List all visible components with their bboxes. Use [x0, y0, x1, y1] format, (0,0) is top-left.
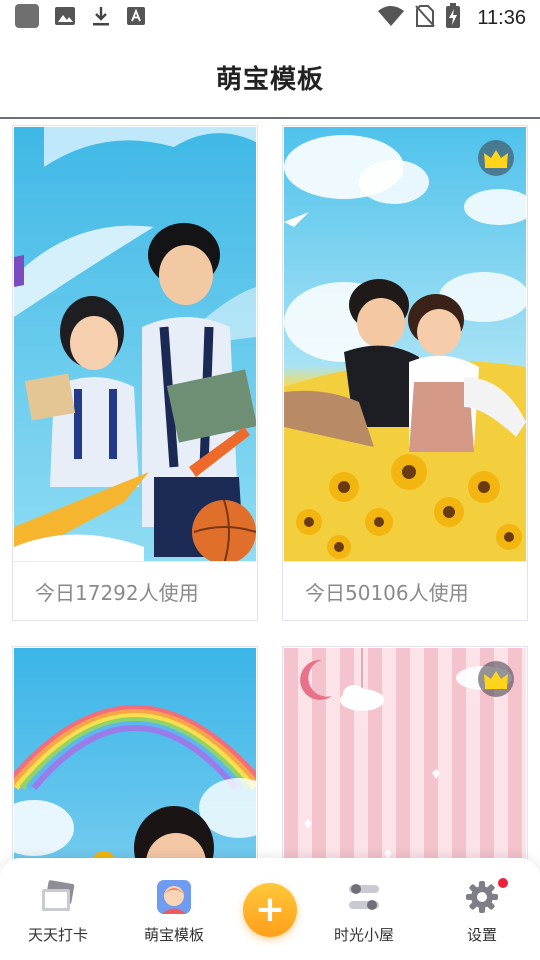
template-usage-caption: 今日50106人使用	[283, 561, 527, 621]
template-grid[interactable]: 今日17292人使用 今日50106人使用	[0, 119, 540, 960]
crown-icon	[478, 140, 514, 176]
template-usage-caption: 今日17292人使用	[13, 561, 257, 621]
template-card[interactable]: 今日17292人使用	[12, 125, 258, 621]
image-icon	[54, 5, 76, 31]
page-header: 萌宝模板	[0, 36, 540, 118]
template-thumbnail[interactable]	[14, 127, 256, 561]
nav-item-baby-templates[interactable]: 萌宝模板	[124, 878, 224, 945]
font-a-icon	[126, 6, 146, 30]
sliders-icon	[345, 878, 383, 916]
download-icon	[90, 5, 112, 31]
status-bar: 11:36	[0, 0, 540, 36]
gear-icon	[463, 878, 501, 916]
no-sim-icon	[415, 4, 436, 32]
crown-icon	[478, 661, 514, 697]
page-title: 萌宝模板	[215, 64, 324, 95]
nav-label: 时光小屋	[333, 926, 394, 944]
nav-label: 萌宝模板	[143, 926, 204, 944]
template-card[interactable]: 今日50106人使用	[282, 125, 528, 621]
wifi-icon	[377, 5, 405, 31]
nav-label: 设置	[466, 926, 497, 944]
nav-item-time-house[interactable]: 时光小屋	[314, 878, 414, 945]
battery-charging-icon	[445, 3, 461, 33]
template-thumbnail[interactable]	[284, 127, 526, 561]
nav-item-settings[interactable]: 设置	[432, 878, 532, 945]
bottom-navigation: 天天打卡 萌宝模板 + 时光小屋 设置	[0, 858, 540, 960]
add-button[interactable]: +	[243, 883, 297, 937]
app-square-icon	[14, 3, 40, 33]
baby-avatar-icon	[155, 878, 193, 916]
nav-item-daily-checkin[interactable]: 天天打卡	[8, 878, 108, 945]
status-time: 11:36	[477, 6, 526, 29]
plus-icon: +	[254, 889, 286, 930]
photo-cards-icon	[39, 878, 77, 916]
notification-badge	[498, 878, 508, 888]
nav-label: 天天打卡	[27, 926, 88, 944]
